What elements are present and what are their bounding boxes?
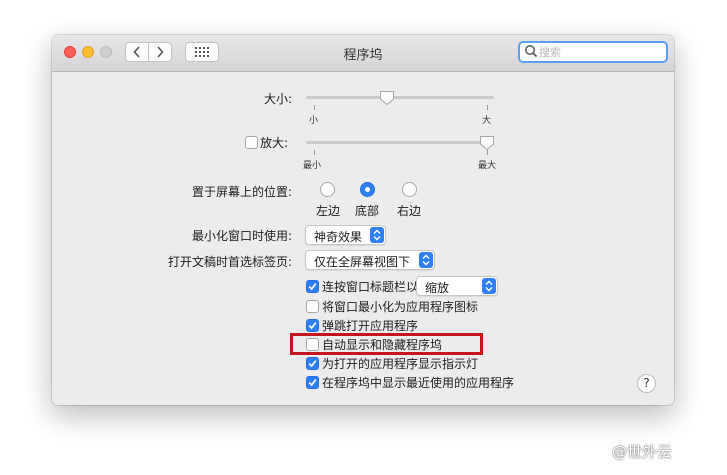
minimize-effect-value: 神奇效果 [314,230,363,244]
magnification-min-label: 最小 [303,161,322,171]
animate-opening-checkbox[interactable] [306,319,319,332]
prefer-tabs-value: 仅在全屏幕视图下 [314,255,411,269]
double-click-checkbox[interactable] [306,280,319,293]
double-click-label: 连按窗口标题栏以 [322,280,419,294]
size-slider-track[interactable] [306,96,494,99]
size-slider-thumb[interactable] [379,90,395,106]
show-recent-apps-label: 在程序坞中显示最近使用的应用程序 [322,376,515,390]
position-bottom-label: 底部 [355,204,380,218]
updown-chevron-icon [370,227,384,243]
watermark: @世外云 [612,443,673,461]
title-bar: 程序坞 [52,35,674,72]
search-icon [525,45,538,58]
prefer-tabs-popup[interactable]: 仅在全屏幕视图下 [305,250,435,270]
minimize-effect-popup[interactable]: 神奇效果 [305,225,386,245]
magnification-tick-min [314,150,315,155]
position-left-label: 左边 [316,204,341,218]
magnification-max-label: 最大 [478,161,497,171]
size-tick-min [314,105,315,110]
search-field[interactable] [518,41,668,63]
show-indicators-checkbox[interactable] [306,357,319,370]
magnification-checkbox[interactable] [245,136,258,149]
size-label: 大小: [263,92,292,106]
minimize-into-icon-label: 将窗口最小化为应用程序图标 [322,300,479,314]
animate-opening-label: 弹跳打开应用程序 [322,319,419,333]
checkmark-icon [308,322,317,330]
double-click-popup[interactable]: 缩放 [416,276,498,296]
position-left-radio[interactable] [320,182,335,197]
magnification-slider-track[interactable] [306,141,494,144]
updown-chevron-icon [482,278,496,294]
prefer-tabs-label: 打开文稿时首选标签页: [167,255,292,269]
position-label: 置于屏幕上的位置: [191,185,292,199]
help-button[interactable]: ? [637,374,656,393]
checkmark-icon [308,360,317,368]
updown-chevron-icon [419,252,433,268]
size-min-label: 小 [309,116,319,126]
size-max-label: 大 [482,116,492,126]
minimize-into-icon-checkbox[interactable] [306,300,319,313]
position-bottom-radio[interactable] [360,182,375,197]
show-recent-apps-checkbox[interactable] [306,376,319,389]
size-tick-max [487,105,488,110]
highlight-annotation [290,333,483,355]
position-right-label: 右边 [397,204,422,218]
show-indicators-label: 为打开的应用程序显示指示灯 [322,357,479,371]
search-input[interactable] [539,43,659,61]
position-right-radio[interactable] [402,182,417,197]
minimize-effect-label: 最小化窗口时使用: [191,229,292,243]
double-click-value: 缩放 [425,281,450,295]
checkmark-icon [308,283,317,291]
checkmark-icon [308,379,317,387]
magnification-slider-thumb[interactable] [479,135,495,151]
magnification-label: 放大: [260,136,289,150]
